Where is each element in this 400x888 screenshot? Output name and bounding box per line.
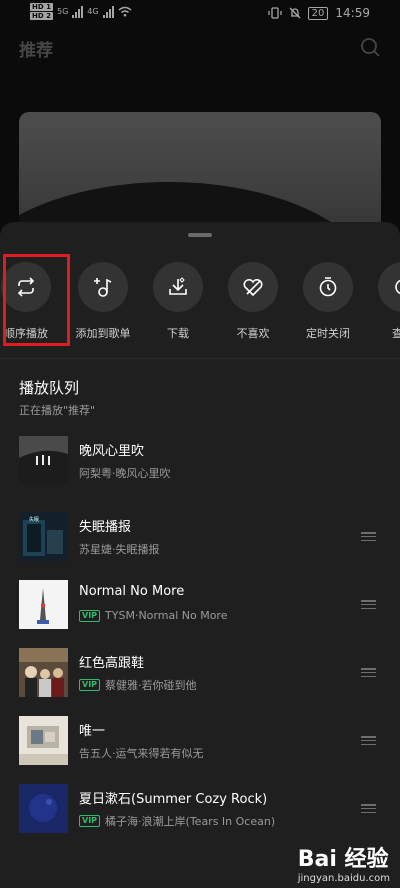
album-art [19, 648, 68, 697]
queue-row[interactable]: 唯一 告五人 · 运气来得若有似无 [0, 716, 400, 776]
watermark: Bai 经验 jingyan.baidu.com [298, 841, 390, 884]
song-artist: 橘子海 [105, 815, 139, 828]
drag-handle-icon[interactable] [361, 736, 376, 745]
queue-row[interactable]: 晚风心里吹 阿梨粤 · 晚风心里吹 [0, 436, 400, 496]
dislike-heart-icon [243, 278, 263, 297]
queue-title: 播放队列 [19, 379, 80, 397]
watermark-logo: Bai 经验 [298, 841, 390, 873]
sleep-timer-label: 定时关闭 [306, 327, 350, 340]
album-art [19, 784, 68, 833]
song-meta: VIP 橘子海 · 浪潮上岸(Tears In Ocean) [79, 813, 275, 829]
song-title: Normal No More [79, 584, 185, 599]
vip-badge: VIP [79, 815, 101, 827]
song-title: 夏日漱石(Summer Cozy Rock) [79, 792, 268, 807]
song-title: 晚风心里吹 [79, 444, 145, 459]
queue-subtitle: 正在播放"推荐" [19, 404, 96, 417]
svg-text:失眠: 失眠 [29, 516, 39, 523]
song-album: 晚风心里吹 [115, 467, 171, 480]
album-art [19, 716, 68, 765]
song-artist: 蔡健雅 [105, 679, 139, 692]
add-to-playlist-icon [94, 278, 112, 297]
highlight-box [3, 254, 70, 346]
view-button[interactable]: 查看 [368, 262, 400, 341]
song-meta: 告五人 · 运气来得若有似无 [79, 746, 204, 761]
add-to-playlist-button[interactable]: 添加到歌单 [68, 262, 138, 341]
vip-badge: VIP [79, 679, 101, 691]
download-button[interactable]: 下载 [143, 262, 213, 341]
dislike-label: 不喜欢 [236, 327, 270, 340]
queue-row[interactable]: Normal No More VIP TYSM · Normal No More [0, 580, 400, 640]
view-icon [395, 279, 400, 295]
drag-handle-icon[interactable] [361, 600, 376, 609]
download-icon [169, 277, 187, 295]
sleep-timer-button[interactable]: 定时关闭 [293, 262, 363, 341]
dislike-button[interactable]: 不喜欢 [218, 262, 288, 341]
vip-badge: VIP [79, 609, 101, 622]
song-artist: 阿梨粤 [79, 467, 112, 480]
view-label: 查看 [392, 327, 400, 340]
song-artist: 苏星婕 [79, 543, 112, 556]
song-title: 红色高跟鞋 [79, 656, 145, 671]
drag-handle-icon[interactable] [361, 668, 376, 677]
album-art: 失眠 [19, 512, 68, 561]
queue-row[interactable]: 失眠 失眠播报 苏星婕 · 失眠播报 [0, 512, 400, 572]
song-meta: 阿梨粤 · 晚风心里吹 [79, 466, 171, 481]
song-meta: VIP 蔡健雅 · 若你碰到他 [79, 677, 197, 693]
queue-row[interactable]: 夏日漱石(Summer Cozy Rock) VIP 橘子海 · 浪潮上岸(Tea… [0, 784, 400, 844]
song-meta: 苏星婕 · 失眠播报 [79, 542, 160, 557]
drag-handle-icon[interactable] [361, 804, 376, 813]
song-title: 唯一 [79, 724, 106, 739]
album-art [19, 436, 68, 485]
add-to-playlist-label: 添加到歌单 [75, 327, 131, 340]
download-label: 下载 [167, 327, 189, 340]
album-art [19, 580, 68, 629]
song-album: 运气来得若有似无 [115, 747, 204, 760]
sheet-drag-handle[interactable] [188, 233, 212, 237]
song-album: 若你碰到他 [141, 679, 197, 692]
song-title: 失眠播报 [79, 520, 132, 535]
song-album: 失眠播报 [115, 543, 160, 556]
drag-handle-icon[interactable] [361, 532, 376, 541]
watermark-brand: Bai 经验 [297, 847, 389, 872]
song-artist: TYSM [105, 609, 135, 622]
song-artist: 告五人 [79, 747, 112, 760]
watermark-url: jingyan.baidu.com [297, 873, 390, 884]
divider [0, 358, 400, 359]
song-album: 浪潮上岸(Tears In Ocean) [141, 815, 276, 828]
song-meta: VIP TYSM · Normal No More [79, 609, 227, 622]
timer-icon [319, 277, 337, 297]
song-album: Normal No More [138, 609, 228, 622]
queue-row[interactable]: 红色高跟鞋 VIP 蔡健雅 · 若你碰到他 [0, 648, 400, 708]
